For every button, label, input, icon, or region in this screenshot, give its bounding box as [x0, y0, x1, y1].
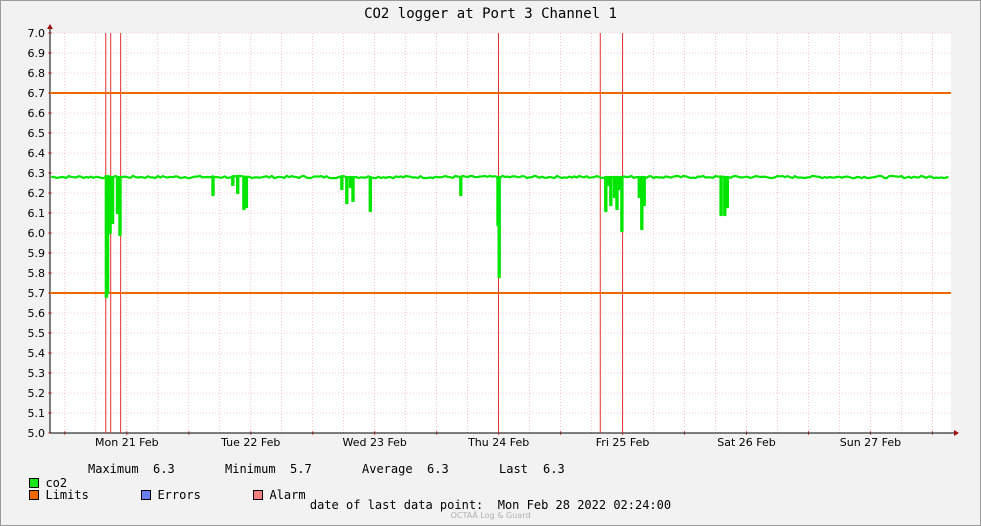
x-tick-label: Sun 27 Feb: [840, 436, 901, 449]
stat-avg-label: Average: [362, 462, 413, 476]
x-tick-label: Sat 26 Feb: [717, 436, 776, 449]
y-tick-label: 5.4: [28, 347, 46, 360]
y-tick-label: 5.3: [28, 367, 46, 380]
y-tick-label: 5.0: [28, 427, 46, 440]
y-tick-label: 6.5: [28, 127, 46, 140]
stat-last-value: 6.3: [543, 462, 565, 476]
y-tick-label: 5.1: [28, 407, 46, 420]
y-tick-label: 5.8: [28, 267, 46, 280]
y-tick-label: 6.7: [28, 87, 46, 100]
y-tick-label: 6.9: [28, 47, 46, 60]
y-tick-label: 6.3: [28, 167, 46, 180]
y-tick-label: 5.9: [28, 247, 46, 260]
x-tick-label: Fri 25 Feb: [596, 436, 650, 449]
y-tick-label: 6.2: [28, 187, 46, 200]
x-tick-label: Wed 23 Feb: [342, 436, 406, 449]
y-tick-label: 6.4: [28, 147, 46, 160]
x-tick-label: Mon 21 Feb: [95, 436, 159, 449]
watermark: OCTAÄ Log & Guard: [450, 511, 531, 520]
stat-last-label: Last: [499, 462, 528, 476]
y-tick-label: 5.7: [28, 287, 46, 300]
y-axis-arrow: [47, 24, 53, 29]
chart-title: CO2 logger at Port 3 Channel 1: [364, 6, 617, 22]
x-axis-arrow: [954, 430, 959, 436]
y-tick-label: 6.0: [28, 227, 46, 240]
y-tick-label: 6.6: [28, 107, 46, 120]
y-tick-label: 5.2: [28, 387, 46, 400]
stat-avg-value: 6.3: [427, 462, 449, 476]
y-tick-label: 6.8: [28, 67, 46, 80]
y-tick-label: 6.1: [28, 207, 46, 220]
x-tick-label: Tue 22 Feb: [220, 436, 280, 449]
x-tick-label: Thu 24 Feb: [467, 436, 529, 449]
last-point-label: date of last data point:: [309, 498, 484, 512]
y-tick-label: 7.0: [28, 27, 46, 40]
y-tick-label: 5.6: [28, 307, 46, 320]
y-tick-label: 5.5: [28, 327, 46, 340]
last-data-point: date of last data point: Mon Feb 28 2022…: [0, 498, 981, 512]
last-point-value: Mon Feb 28 2022 02:24:00: [497, 498, 672, 512]
chart-plot: 5.0 5.1 5.2 5.3 5.4 5.5 5.6 5.7 5.8 5.9 6.0 6.1 6.2 6…: [28, 6, 959, 449]
